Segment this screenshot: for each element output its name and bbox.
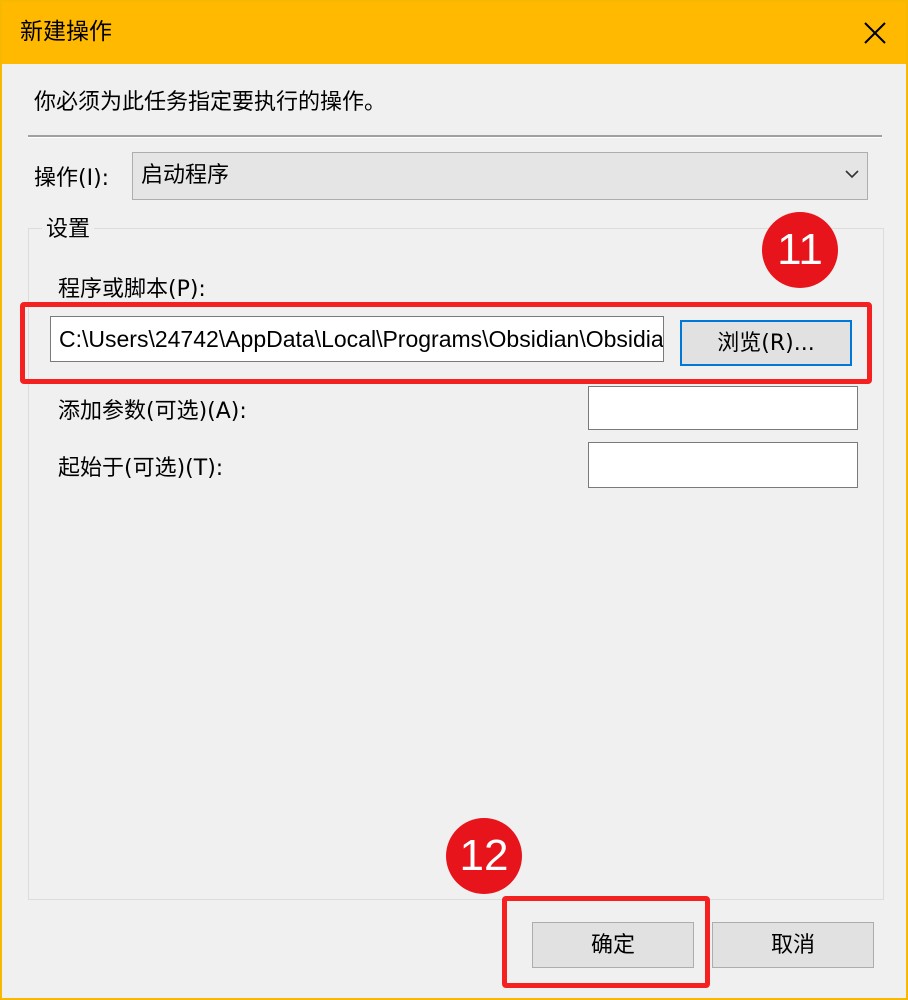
start-in-label: 起始于(可选)(T): (58, 456, 224, 481)
highlight-box-program (20, 302, 872, 384)
action-label: 操作(I): (34, 166, 110, 191)
cancel-button[interactable]: 取消 (712, 922, 874, 968)
step-badge-12: 12 (446, 818, 522, 894)
close-button[interactable] (844, 2, 906, 64)
highlight-box-ok (502, 896, 710, 988)
new-action-dialog: 新建操作 你必须为此任务指定要执行的操作。 操作(I): 启动程序 设置 程序或… (0, 0, 908, 1000)
cancel-button-label: 取消 (770, 933, 815, 958)
action-dropdown[interactable]: 启动程序 (132, 152, 868, 200)
program-script-label: 程序或脚本(P): (58, 277, 206, 302)
instruction-text: 你必须为此任务指定要执行的操作。 (34, 90, 387, 115)
chevron-down-icon (845, 170, 859, 179)
settings-legend: 设置 (42, 215, 95, 245)
step-badge-11: 11 (762, 212, 838, 288)
add-arguments-input[interactable] (588, 386, 858, 430)
close-icon (864, 22, 886, 44)
start-in-input[interactable] (588, 442, 858, 488)
window-title: 新建操作 (20, 19, 112, 45)
add-arguments-label: 添加参数(可选)(A): (58, 399, 247, 424)
action-selected-value: 启动程序 (141, 163, 230, 188)
separator (28, 135, 882, 138)
title-bar: 新建操作 (2, 2, 906, 64)
